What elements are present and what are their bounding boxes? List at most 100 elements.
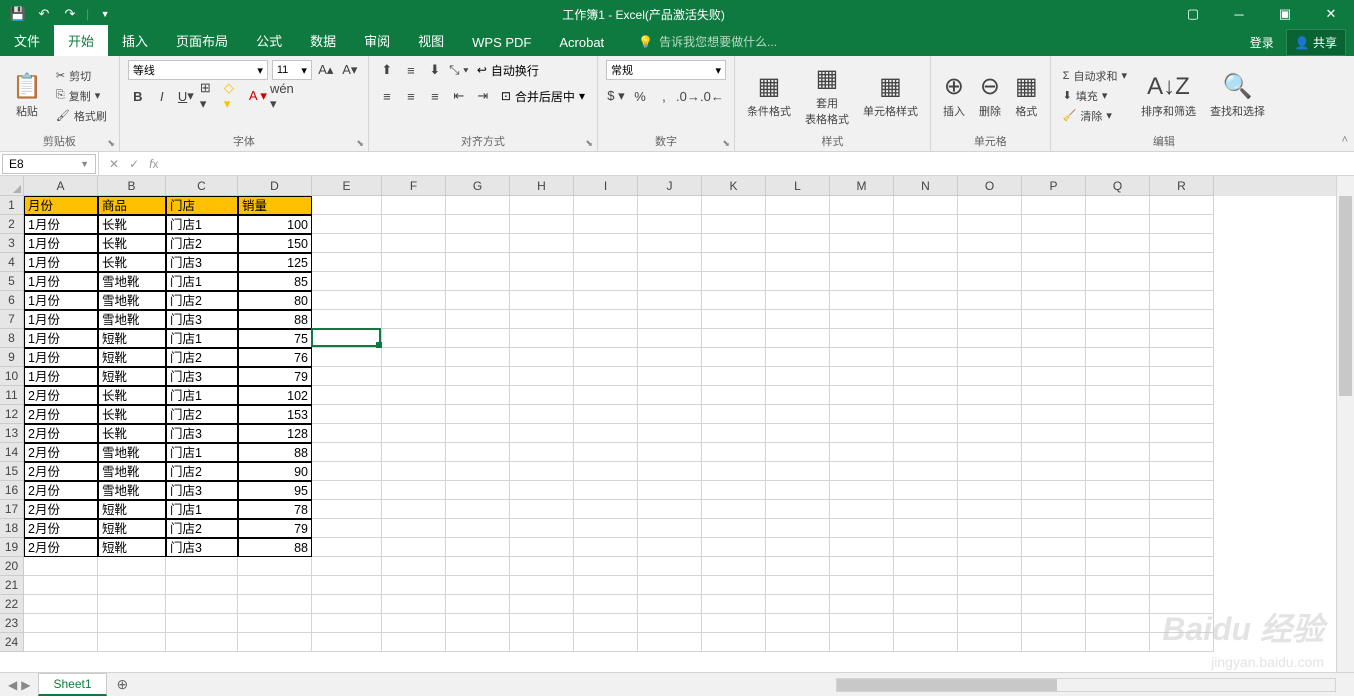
cell[interactable] (382, 253, 446, 272)
tab-view[interactable]: 视图 (404, 25, 458, 56)
cell[interactable] (382, 633, 446, 652)
cell[interactable] (638, 519, 702, 538)
cell[interactable] (1086, 367, 1150, 386)
cell[interactable] (958, 633, 1022, 652)
cell[interactable] (510, 557, 574, 576)
cell[interactable] (638, 329, 702, 348)
cell[interactable] (382, 462, 446, 481)
cell[interactable] (830, 557, 894, 576)
cell[interactable] (574, 310, 638, 329)
cell[interactable]: 85 (238, 272, 312, 291)
cell[interactable]: 80 (238, 291, 312, 310)
cell[interactable] (1086, 405, 1150, 424)
cell[interactable] (510, 424, 574, 443)
cell[interactable] (166, 595, 238, 614)
cell[interactable]: 153 (238, 405, 312, 424)
col-header[interactable]: C (166, 176, 238, 196)
cell[interactable] (638, 367, 702, 386)
cell[interactable] (958, 500, 1022, 519)
align-right-icon[interactable]: ≡ (425, 86, 445, 106)
indent-dec-icon[interactable]: ⇤ (449, 86, 469, 106)
cell[interactable] (766, 557, 830, 576)
cancel-formula-icon[interactable]: ✕ (109, 157, 119, 171)
tab-data[interactable]: 数据 (296, 25, 350, 56)
cell[interactable] (1086, 291, 1150, 310)
cell[interactable]: 短靴 (98, 367, 166, 386)
cell[interactable] (958, 519, 1022, 538)
cell[interactable] (510, 462, 574, 481)
row-header[interactable]: 6 (0, 291, 24, 310)
align-top-icon[interactable]: ⬆ (377, 60, 397, 80)
cell[interactable] (446, 633, 510, 652)
cell[interactable]: 长靴 (98, 253, 166, 272)
scroll-thumb[interactable] (1339, 196, 1352, 396)
cell[interactable] (382, 519, 446, 538)
cell[interactable] (574, 538, 638, 557)
cell[interactable] (510, 215, 574, 234)
cell[interactable] (1022, 272, 1086, 291)
cell[interactable] (958, 595, 1022, 614)
cell[interactable] (638, 272, 702, 291)
cell[interactable] (894, 196, 958, 215)
cell[interactable]: 1月份 (24, 348, 98, 367)
cell[interactable]: 95 (238, 481, 312, 500)
col-header[interactable]: E (312, 176, 382, 196)
row-header[interactable]: 4 (0, 253, 24, 272)
cell[interactable] (830, 234, 894, 253)
cell[interactable] (1086, 595, 1150, 614)
cell[interactable] (574, 557, 638, 576)
cell[interactable] (1150, 500, 1214, 519)
cell[interactable] (446, 405, 510, 424)
cell[interactable] (638, 310, 702, 329)
col-header[interactable]: M (830, 176, 894, 196)
cell[interactable]: 雪地靴 (98, 481, 166, 500)
cell[interactable] (574, 348, 638, 367)
cell[interactable] (638, 386, 702, 405)
format-cells-button[interactable]: ▦格式 (1011, 70, 1042, 121)
ribbon-options-icon[interactable]: ▢ (1170, 0, 1216, 28)
row-header[interactable]: 21 (0, 576, 24, 595)
cell[interactable] (1086, 519, 1150, 538)
cell[interactable]: 79 (238, 367, 312, 386)
undo-icon[interactable]: ↶ (32, 2, 56, 26)
cell[interactable] (510, 519, 574, 538)
cell[interactable]: 雪地靴 (98, 462, 166, 481)
cell[interactable] (1150, 405, 1214, 424)
row-header[interactable]: 7 (0, 310, 24, 329)
cell[interactable] (1086, 272, 1150, 291)
cell[interactable] (446, 386, 510, 405)
cell[interactable] (446, 481, 510, 500)
cell[interactable] (238, 595, 312, 614)
cell[interactable]: 门店2 (166, 462, 238, 481)
cell[interactable] (510, 576, 574, 595)
cell[interactable]: 门店2 (166, 405, 238, 424)
cell[interactable]: 1月份 (24, 310, 98, 329)
cell[interactable] (1086, 462, 1150, 481)
col-header[interactable]: F (382, 176, 446, 196)
cell[interactable] (894, 595, 958, 614)
launcher-icon[interactable]: ⬊ (722, 138, 730, 149)
cell[interactable] (312, 538, 382, 557)
cell[interactable] (312, 614, 382, 633)
sheet-tab[interactable]: Sheet1 (38, 673, 106, 696)
cell[interactable] (830, 310, 894, 329)
cut-button[interactable]: ✂剪切 (52, 67, 111, 85)
cell[interactable] (1022, 253, 1086, 272)
col-header[interactable]: R (1150, 176, 1214, 196)
cell[interactable] (510, 614, 574, 633)
cell[interactable] (510, 481, 574, 500)
cell[interactable] (1022, 405, 1086, 424)
cell[interactable] (766, 272, 830, 291)
cell[interactable] (702, 424, 766, 443)
cell[interactable] (166, 614, 238, 633)
cell[interactable] (894, 443, 958, 462)
cell[interactable] (1022, 614, 1086, 633)
row-header[interactable]: 20 (0, 557, 24, 576)
col-header[interactable]: H (510, 176, 574, 196)
cell[interactable] (312, 633, 382, 652)
cell[interactable] (446, 348, 510, 367)
cell[interactable] (1022, 443, 1086, 462)
cell[interactable] (638, 633, 702, 652)
font-color-button[interactable]: A ▾ (248, 86, 268, 106)
cell[interactable] (958, 386, 1022, 405)
